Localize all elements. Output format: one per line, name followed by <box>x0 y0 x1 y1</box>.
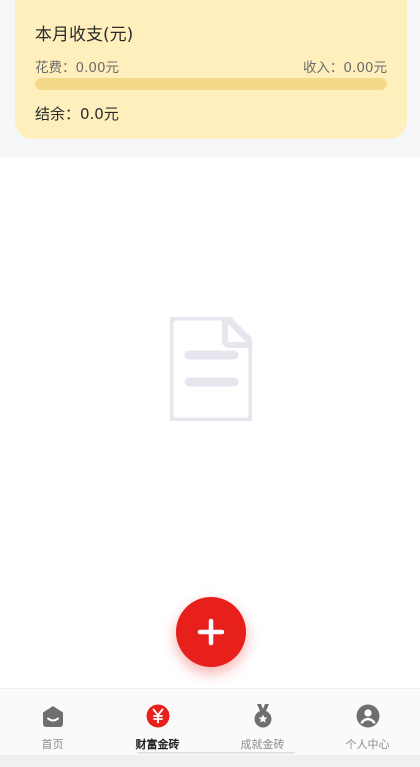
user-icon <box>356 704 379 728</box>
bottom-safe-area <box>0 755 420 767</box>
summary-area: 本月收支(元) 花费：0.00元 收入：0.00元 结余：0.0元 <box>0 0 420 158</box>
monthly-summary-card: 本月收支(元) 花费：0.00元 收入：0.00元 结余：0.0元 <box>15 0 407 139</box>
tab-achievement-label: 成就金砖 <box>240 738 285 751</box>
yen-icon <box>146 704 169 728</box>
balance-amount: 结余：0.0元 <box>35 105 119 123</box>
plus-icon <box>197 618 225 646</box>
card-title: 本月收支(元) <box>35 25 134 45</box>
spend-progress-bar <box>35 78 387 90</box>
tab-home-label: 首页 <box>41 738 64 751</box>
spend-amount: 花费：0.00元 <box>35 60 120 76</box>
active-tab-indicator <box>137 752 295 754</box>
tab-wealth-label: 财富金砖 <box>135 738 180 751</box>
home-icon <box>42 706 63 727</box>
medal-icon <box>254 704 271 728</box>
records-list-area <box>0 158 420 688</box>
income-amount: 收入：0.00元 <box>302 60 387 76</box>
tab-profile-label: 个人中心 <box>345 738 390 751</box>
document-icon <box>170 317 252 421</box>
add-record-button[interactable] <box>176 597 246 667</box>
